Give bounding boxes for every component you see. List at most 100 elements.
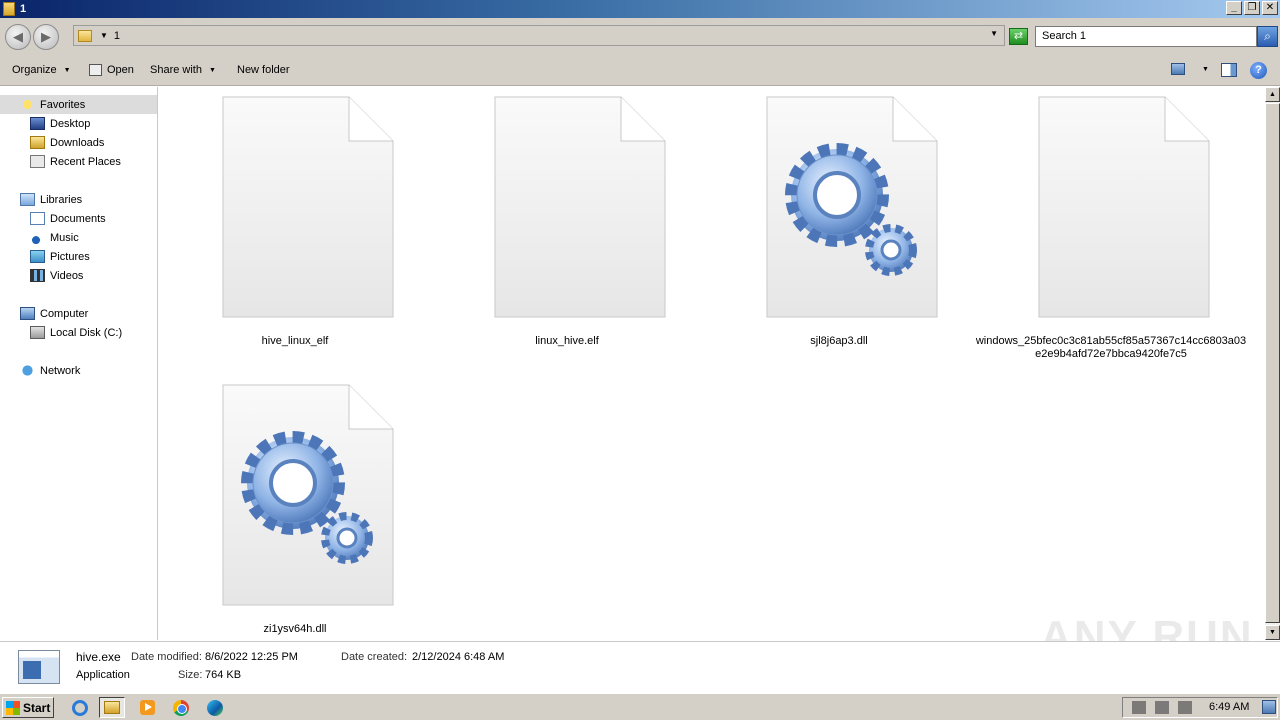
minimize-button[interactable]: _	[1226, 1, 1242, 15]
hard-drive-icon	[30, 326, 45, 339]
pictures-icon	[30, 250, 45, 263]
nav-item-music[interactable]: Music	[30, 228, 79, 247]
internet-explorer-icon[interactable]	[67, 697, 93, 718]
preview-pane-icon	[1221, 63, 1237, 77]
desktop-icon	[30, 117, 45, 130]
back-button[interactable]: ◀	[5, 24, 31, 50]
organize-label: Organize	[12, 64, 57, 76]
folder-icon	[78, 29, 92, 42]
nav-item-libraries[interactable]: Libraries	[20, 190, 82, 209]
close-button[interactable]: ✕	[1262, 1, 1278, 15]
volume-icon[interactable]	[1132, 701, 1146, 714]
videos-icon	[30, 269, 45, 282]
nav-label: Computer	[40, 307, 89, 320]
nav-item-videos[interactable]: Videos	[30, 266, 83, 285]
media-player-icon[interactable]	[134, 697, 160, 718]
chevron-down-icon: ▼	[63, 66, 71, 74]
search-input[interactable]: Search 1	[1035, 26, 1257, 47]
preview-pane-button[interactable]	[1221, 63, 1237, 77]
action-center-flag-icon[interactable]	[1178, 701, 1192, 714]
open-button[interactable]: Open	[89, 64, 134, 76]
nav-label: Network	[40, 364, 81, 377]
vertical-scrollbar[interactable]: ▲ ▼	[1265, 87, 1280, 640]
clock[interactable]: 6:49 AM	[1209, 701, 1249, 713]
libraries-icon	[20, 193, 35, 206]
generic-file-icon	[493, 95, 667, 319]
nav-label: Documents	[50, 212, 106, 225]
date-modified-label: Date modified:	[131, 651, 202, 663]
new-folder-button[interactable]: New folder	[237, 64, 290, 76]
star-icon	[20, 98, 35, 111]
forward-button[interactable]: ▶	[33, 24, 59, 50]
edge-icon[interactable]	[202, 697, 228, 718]
restore-button[interactable]: ❐	[1244, 1, 1260, 15]
downloads-icon	[30, 136, 45, 149]
help-button[interactable]: ?	[1250, 62, 1267, 79]
views-icon	[1171, 63, 1185, 75]
generic-file-icon	[221, 95, 395, 319]
generic-file-icon	[1037, 95, 1211, 319]
details-file-type: Application	[76, 669, 130, 681]
breadcrumb[interactable]: 1	[114, 30, 120, 42]
windows-logo-icon	[6, 700, 20, 715]
help-icon: ?	[1250, 62, 1267, 79]
folder-icon	[3, 2, 15, 16]
scroll-thumb[interactable]	[1265, 103, 1280, 623]
file-explorer-icon[interactable]	[99, 697, 125, 718]
dll-gear-file-icon	[221, 383, 395, 607]
nav-item-network[interactable]: Network	[20, 361, 80, 380]
nav-item-local-disk[interactable]: Local Disk (C:)	[30, 323, 122, 342]
command-bar: Organize ▼ Open Share with ▼ New folder …	[0, 56, 1280, 86]
file-name: windows_25bfec0c3c81ab55cf85a57367c14cc6…	[975, 335, 1247, 360]
network-icon	[20, 364, 35, 377]
nav-item-pictures[interactable]: Pictures	[30, 247, 90, 266]
nav-item-computer[interactable]: Computer	[20, 304, 88, 323]
file-name: zi1ysv64h.dll	[263, 623, 327, 635]
share-with-button[interactable]: Share with ▼	[150, 64, 216, 76]
nav-label: Local Disk (C:)	[50, 326, 123, 339]
organize-button[interactable]: Organize ▼	[12, 64, 71, 76]
nav-label: Music	[50, 231, 79, 244]
nav-label: Videos	[50, 269, 84, 282]
refresh-button[interactable]: ⇄	[1009, 28, 1028, 45]
scroll-up-button[interactable]: ▲	[1265, 87, 1280, 102]
scroll-down-button[interactable]: ▼	[1265, 625, 1280, 640]
nav-item-documents[interactable]: Documents	[30, 209, 106, 228]
size-value: 764 KB	[205, 669, 242, 681]
computer-icon	[20, 307, 35, 320]
chevron-down-icon[interactable]: ▼	[1202, 66, 1209, 73]
start-button[interactable]: Start	[2, 697, 54, 718]
nav-label: Recent Places	[50, 155, 121, 168]
search-icon[interactable]: ⌕	[1257, 26, 1278, 47]
navigation-pane: Favorites Desktop Downloads Recent Place…	[0, 87, 158, 640]
nav-label: Downloads	[50, 136, 105, 149]
address-dropdown-icon[interactable]: ▼	[990, 29, 998, 38]
file-name: hive_linux_elf	[261, 335, 329, 347]
file-view: hive_linux_elf linux_hive.elf sjl8j6ap3.…	[159, 87, 1265, 640]
nav-item-downloads[interactable]: Downloads	[30, 133, 104, 152]
dll-gear-file-icon	[765, 95, 939, 319]
breadcrumb-separator-icon[interactable]: ▼	[100, 31, 108, 40]
chrome-icon[interactable]	[168, 697, 194, 718]
nav-item-recent-places[interactable]: Recent Places	[30, 152, 121, 171]
nav-item-favorites[interactable]: Favorites	[0, 95, 157, 114]
nav-label: Desktop	[50, 117, 91, 130]
date-modified-value: 8/6/2022 12:25 PM	[205, 651, 298, 663]
nav-label: Pictures	[50, 250, 90, 263]
chevron-down-icon: ▼	[208, 66, 216, 74]
title-bar: 1 _ ❐ ✕	[0, 0, 1280, 18]
network-status-icon[interactable]	[1155, 701, 1169, 714]
share-with-label: Share with	[150, 64, 202, 76]
details-file-name: hive.exe	[76, 650, 121, 664]
show-desktop-icon[interactable]	[1262, 700, 1276, 714]
music-icon	[30, 231, 45, 244]
nav-label: Libraries	[40, 193, 83, 206]
change-view-button[interactable]: ▼	[1171, 63, 1209, 75]
recent-places-icon	[30, 155, 45, 168]
open-icon	[89, 64, 102, 76]
address-bar[interactable]: ▼ 1 ▼	[73, 25, 1005, 46]
system-tray	[1122, 697, 1278, 718]
nav-item-desktop[interactable]: Desktop	[30, 114, 90, 133]
file-name: linux_hive.elf	[535, 335, 599, 347]
start-label: Start	[23, 700, 51, 715]
